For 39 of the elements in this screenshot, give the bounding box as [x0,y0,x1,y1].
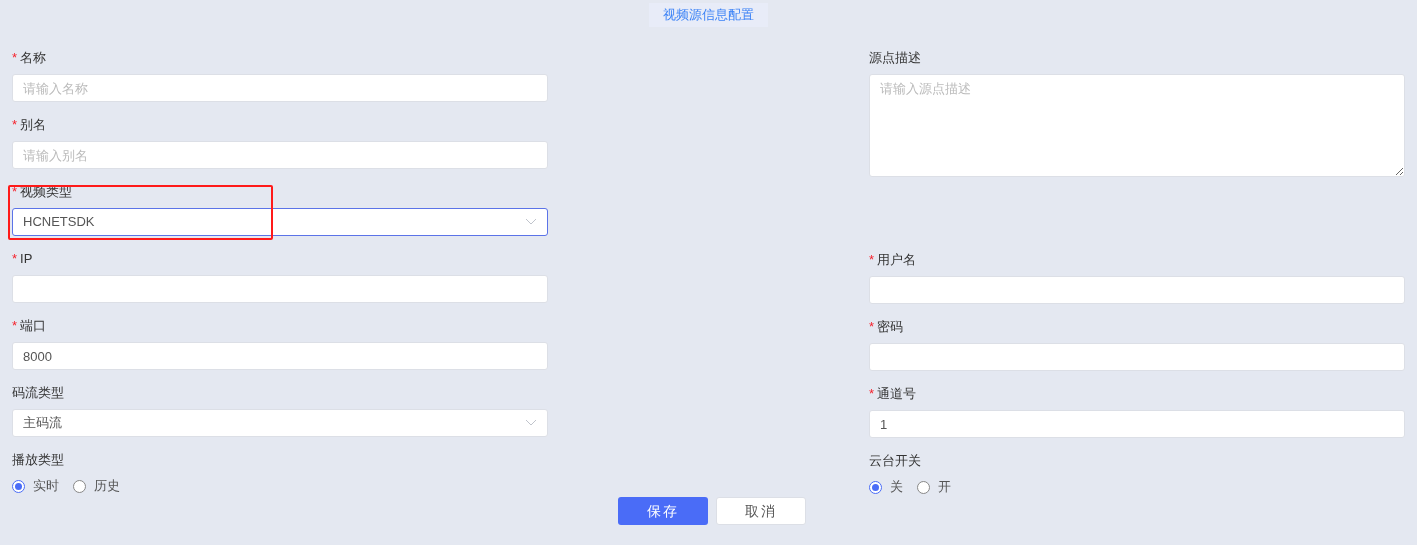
radio-option[interactable]: 关 [869,477,903,497]
field-label: 码流类型 [12,383,64,402]
radio-option[interactable]: 实时 [12,476,59,496]
cancel-button[interactable]: 取消 [715,497,806,525]
select-value: 主码流 [23,414,62,433]
field-label: 通道号 [877,384,917,403]
required-mark: * [12,182,18,201]
chevron-down-icon [525,218,537,226]
input-field[interactable]: 1 [869,410,1405,438]
field-label: 别名 [20,115,47,134]
input-field[interactable] [12,275,548,303]
chevron-down-icon [525,419,537,427]
field-label: 源点描述 [869,48,921,67]
field-label: 用户名 [877,250,917,269]
required-mark: * [869,384,875,403]
field-label: 名称 [20,48,47,67]
field-label: 端口 [20,316,47,335]
radio-option[interactable]: 历史 [73,476,120,496]
input-field[interactable]: 请输入名称 [12,74,548,102]
input-field[interactable] [869,276,1405,304]
field-label: 密码 [877,317,904,336]
required-mark: * [12,249,18,268]
required-mark: * [869,250,875,269]
required-mark: * [12,115,18,134]
required-mark: * [12,48,18,67]
required-mark: * [12,316,18,335]
input-field[interactable]: 8000 [12,342,548,370]
field-label: 云台开关 [869,451,921,470]
input-field[interactable] [869,343,1405,371]
textarea-field[interactable]: 请输入源点描述 [869,74,1405,177]
save-button[interactable]: 保存 [617,497,708,525]
radio-option[interactable]: 开 [917,477,951,497]
select-field[interactable]: HCNETSDK [12,208,548,236]
input-field[interactable]: 请输入别名 [12,141,548,169]
field-label: 播放类型 [12,450,64,469]
select-value: HCNETSDK [23,213,95,232]
select-field[interactable]: 主码流 [12,409,548,437]
field-label: IP [20,249,33,268]
required-mark: * [869,317,875,336]
